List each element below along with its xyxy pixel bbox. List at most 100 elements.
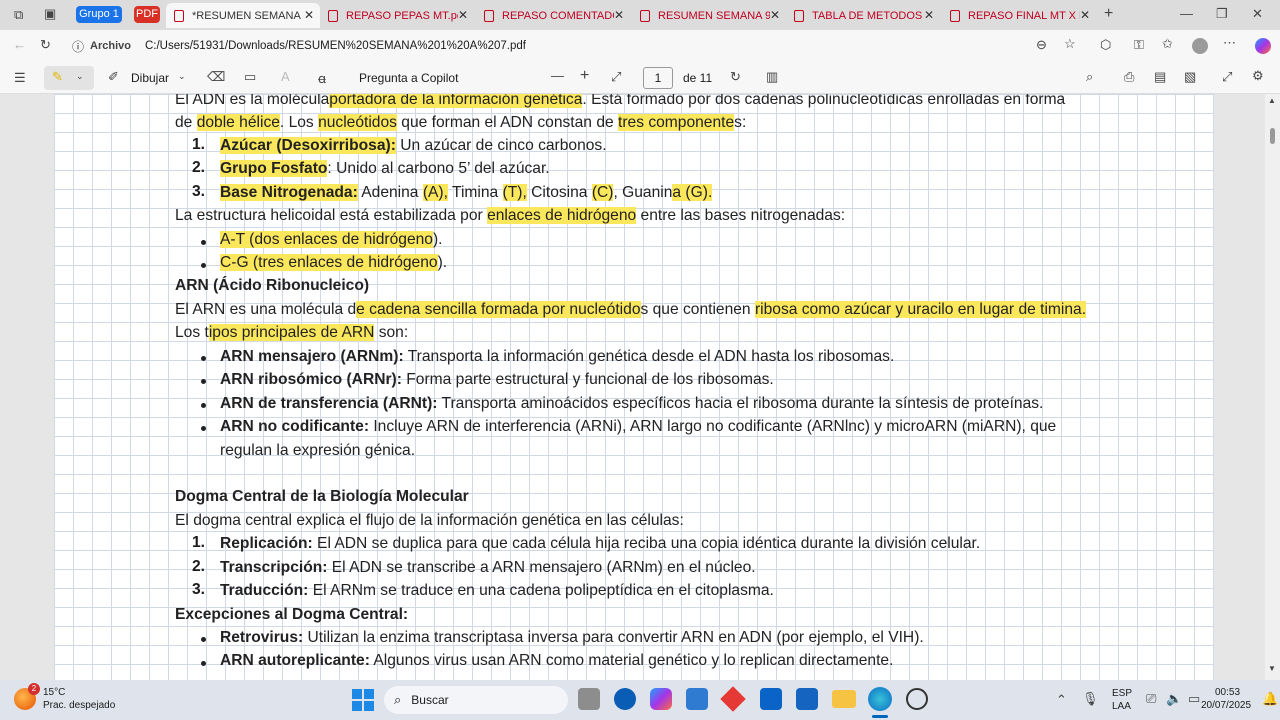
weather-text: Prac. despejado [43, 700, 116, 711]
save-as-icon[interactable]: ▧ [1184, 69, 1196, 85]
list-item: Azúcar (Desoxirribosa): Un azúcar de cin… [220, 136, 607, 156]
copilot-app-icon[interactable] [650, 688, 672, 710]
microphone-icon[interactable]: 🎙 [1082, 691, 1099, 707]
outlook-icon[interactable] [760, 688, 782, 710]
highlighter-icon: ✎ [52, 69, 63, 84]
workspaces-icon[interactable]: ⧉ [14, 7, 23, 23]
list-item-continued: regulan la expresión génica. [220, 442, 416, 459]
read-aloud-icon[interactable]: ꬰ [318, 69, 326, 87]
volume-icon[interactable]: 🔈 [1166, 691, 1182, 707]
tab-group-grupo1[interactable]: Grupo 1 [76, 6, 122, 23]
window-close-icon[interactable]: ✕ [1252, 6, 1263, 22]
task-view-icon[interactable] [578, 688, 600, 710]
app-circle-icon[interactable] [906, 688, 928, 710]
page-view-icon[interactable]: ▥ [766, 69, 778, 85]
tab-tabla-metodos[interactable]: TABLA DE METODOS DI ✕ [786, 3, 940, 28]
list-item: Traducción: El ARNm se traduce en una ca… [220, 581, 774, 601]
new-tab-icon[interactable]: + [1104, 5, 1113, 23]
copilot-icon[interactable] [1255, 38, 1271, 54]
tab-group-pdf[interactable]: PDF [134, 6, 160, 23]
tab-repaso-comentado[interactable]: REPASO COMENTADO ✕ [476, 3, 630, 28]
vertical-scrollbar[interactable]: ▲ ▼ [1265, 94, 1280, 680]
zoom-in-icon[interactable]: + [580, 67, 589, 85]
tab-repaso-pepas[interactable]: REPASO PEPAS MT.pdf ✕ [320, 3, 474, 28]
windows-start-icon[interactable] [352, 689, 374, 711]
dropbox-icon[interactable] [796, 688, 818, 710]
notifications-icon[interactable]: 🔔 [1262, 691, 1278, 707]
term: Retrovirus: [220, 629, 304, 646]
keyboard-layout[interactable]: LAA [1112, 701, 1131, 712]
network-icon[interactable]: ⎚ [1146, 691, 1156, 707]
term: ARN mensajero (ARNm): [220, 348, 404, 365]
clock-time[interactable]: 00:53 [1215, 687, 1240, 698]
close-icon[interactable]: ✕ [924, 8, 934, 22]
close-icon[interactable]: ✕ [458, 8, 468, 22]
app-red-icon[interactable] [720, 686, 746, 712]
page-number-input[interactable]: 1 [643, 67, 673, 89]
battery-icon[interactable]: ▭ [1188, 691, 1200, 707]
language-code[interactable]: ESP [1112, 688, 1132, 699]
save-icon[interactable]: ▤ [1154, 69, 1166, 85]
chevron-down-icon[interactable]: ⌄ [178, 71, 186, 82]
bullet [201, 379, 206, 384]
rotate-icon[interactable]: ↻ [730, 69, 741, 85]
eraser-icon[interactable]: ⌫ [207, 69, 225, 85]
bullet [201, 356, 206, 361]
favorites-icon[interactable]: ✩ [1162, 36, 1173, 52]
highlight: Azúcar (Desoxirribosa): [220, 137, 396, 154]
maximize-icon[interactable]: ❐ [1216, 6, 1228, 22]
draw-icon[interactable]: ✐ [108, 69, 119, 85]
favorite-star-icon[interactable]: ☆ [1064, 36, 1076, 52]
settings-gear-icon[interactable]: ⚙ [1252, 68, 1264, 84]
section-heading: Dogma Central de la Biología Molecular [175, 488, 469, 505]
close-icon[interactable]: ✕ [1080, 8, 1090, 22]
text-icon[interactable]: A [281, 69, 290, 84]
text-box-icon[interactable]: ▭ [244, 69, 256, 85]
edge-icon[interactable] [868, 687, 892, 711]
scroll-thumb[interactable] [1270, 128, 1275, 144]
taskbar-search[interactable]: ⌕ Buscar [384, 686, 568, 714]
more-icon[interactable]: ⋯ [1223, 35, 1236, 51]
fullscreen-icon[interactable]: ⤢ [1222, 69, 1232, 85]
search-icon[interactable]: ⌕ [1086, 69, 1093, 85]
doc-line: de doble hélice. Los nucleótidos que for… [175, 113, 746, 133]
refresh-icon[interactable]: ↻ [40, 37, 51, 53]
contents-icon[interactable]: ☰ [14, 70, 26, 86]
draw-label[interactable]: Dibujar [131, 71, 169, 85]
tab-actions-icon[interactable]: ▣ [44, 6, 56, 22]
avatar[interactable] [1192, 38, 1208, 54]
back-icon[interactable]: ← [13, 37, 26, 52]
zoom-out-icon[interactable]: — [551, 68, 564, 83]
copilot-ask-button[interactable]: Pregunta a Copilot [359, 71, 458, 85]
store-icon[interactable] [686, 688, 708, 710]
file-explorer-icon[interactable] [832, 690, 856, 708]
minimize-icon[interactable]: — [1180, 6, 1193, 21]
scroll-down-icon[interactable]: ▼ [1268, 664, 1276, 673]
extensions-icon[interactable]: ⬡ [1100, 37, 1111, 53]
print-icon[interactable]: ⎙ [1124, 69, 1134, 85]
hp-icon[interactable] [614, 688, 636, 710]
pdf-viewer[interactable]: El ADN es la moléculaportadora de la inf… [0, 94, 1280, 680]
profile-lock-icon[interactable]: ⚿ [1134, 37, 1144, 53]
chevron-up-icon[interactable]: ⌃ [1056, 692, 1067, 708]
clock-date[interactable]: 20/07/2025 [1201, 700, 1251, 711]
tab-resumen-semana[interactable]: *RESUMEN SEMANA 1 ✕ [166, 3, 320, 28]
zoom-icon[interactable]: ⊖ [1036, 37, 1047, 53]
close-icon[interactable]: ✕ [614, 8, 624, 22]
term: ARN autoreplicante: [220, 652, 370, 669]
fit-page-icon[interactable]: ⤢ [611, 69, 621, 85]
list-item: ARN ribosómico (ARNr): Forma parte estru… [220, 370, 774, 390]
highlight-button[interactable]: ✎ ⌄ [44, 66, 94, 90]
highlight: A-T (dos enlaces de hidrógeno [220, 231, 433, 248]
highlight: (C) [591, 184, 614, 201]
tab-resumen-semana-9[interactable]: RESUMEN SEMANA 9 A ✕ [632, 3, 786, 28]
url-field[interactable]: ⓘ Archivo C:/Users/51931/Downloads/RESUM… [64, 34, 1090, 58]
section-heading: Excepciones al Dogma Central: [175, 606, 409, 623]
scroll-up-icon[interactable]: ▲ [1268, 96, 1276, 105]
close-icon[interactable]: ✕ [770, 8, 780, 22]
list-number: 2. [192, 159, 206, 176]
bullet [201, 403, 206, 408]
close-icon[interactable]: ✕ [304, 8, 314, 22]
tab-repaso-final[interactable]: REPASO FINAL MT X LU✕ [942, 3, 1096, 28]
taskbar: 2 15°C Prac. despejado ⌕ Buscar ⌃ 🎙 ESP … [0, 680, 1280, 720]
